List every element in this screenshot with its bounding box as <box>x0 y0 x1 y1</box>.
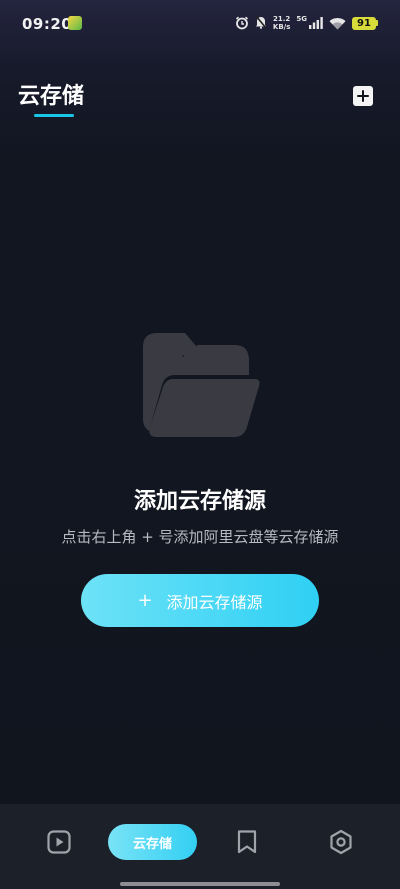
settings-icon <box>328 829 354 859</box>
play-icon <box>46 829 72 859</box>
nav-item-cloud-storage-label: 云存储 <box>132 836 172 852</box>
add-cloud-storage-label: 添加云存储源 <box>166 592 263 612</box>
battery-indicator: 91 <box>352 16 378 30</box>
nav-item-player[interactable] <box>44 826 74 862</box>
page-title: 云存储 <box>18 84 85 109</box>
alarm-icon <box>235 16 249 30</box>
bottom-navigation: 云存储 <box>0 804 400 889</box>
status-indicators: 21.2 KB/s 5G 91 <box>235 14 378 32</box>
app-notification-icon <box>68 16 82 30</box>
nav-item-settings[interactable] <box>326 826 356 862</box>
add-cloud-storage-button[interactable]: + 添加云存储源 <box>81 574 319 627</box>
title-underline <box>34 114 74 117</box>
wifi-icon <box>329 17 346 30</box>
status-time: 09:20 <box>22 15 73 33</box>
bookmark-icon <box>236 829 258 859</box>
add-storage-icon-button[interactable] <box>353 86 373 106</box>
nav-item-cloud-storage[interactable]: 云存储 <box>108 824 197 860</box>
empty-state-title: 添加云存储源 <box>133 489 266 514</box>
plus-icon: + <box>137 590 153 611</box>
network-speed: 21.2 KB/s <box>272 15 291 31</box>
status-bar: 09:20 21.2 KB/s 5G 91 <box>0 0 400 46</box>
folder-icon <box>143 331 261 443</box>
signal-icon <box>309 17 323 29</box>
network-type: 5G <box>296 15 307 23</box>
nav-item-bookmarks[interactable] <box>232 826 262 862</box>
home-indicator[interactable] <box>120 882 280 886</box>
mute-icon <box>255 14 267 33</box>
empty-state-description: 点击右上角 + 号添加阿里云盘等云存储源 <box>61 528 339 546</box>
battery-level: 91 <box>352 16 376 30</box>
